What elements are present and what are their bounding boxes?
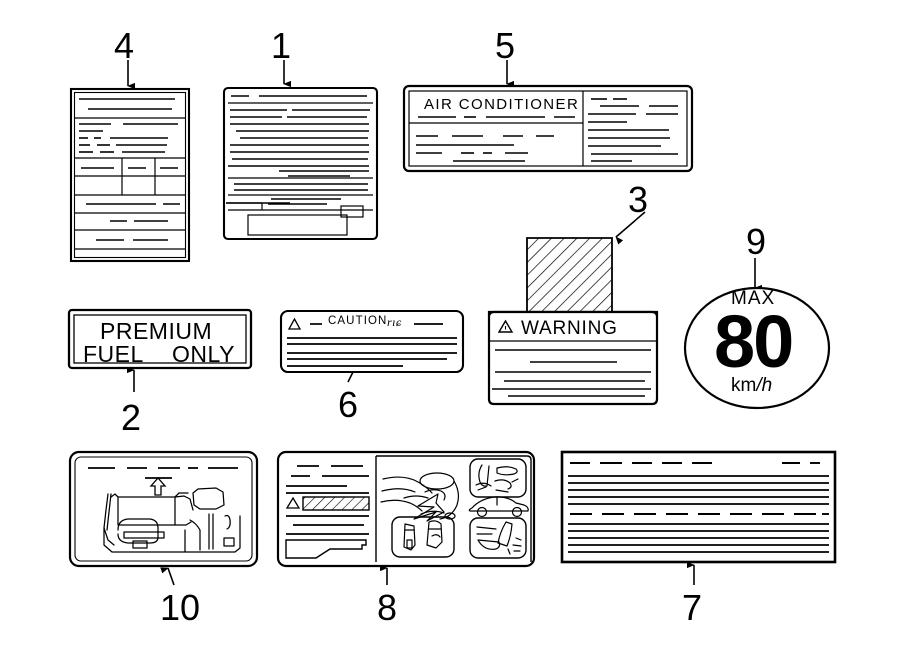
parts-diagram-canvas: 4 1 5 3 9 2 6 10 8 7 AIR CONDITIONER PRE… bbox=[0, 0, 900, 661]
callout-number-7: 7 bbox=[682, 587, 703, 628]
callout-number-3: 3 bbox=[628, 179, 649, 220]
label-tire-placard bbox=[69, 87, 191, 263]
premium-fuel-line-2-right: ONLY bbox=[172, 341, 235, 367]
air-conditioner-heading: AIR CONDITIONER bbox=[424, 96, 580, 113]
callout-number-1: 1 bbox=[271, 25, 292, 66]
callout-number-9: 9 bbox=[746, 221, 767, 262]
label-jack-instruction bbox=[68, 450, 259, 568]
max-speed-unit: km/h bbox=[731, 375, 772, 397]
caution-heading: CAUTION bbox=[328, 315, 388, 327]
premium-fuel-line-2-left: FUEL bbox=[83, 341, 144, 367]
max-speed-unit-suffix: /h bbox=[756, 375, 773, 396]
callout-number-4: 4 bbox=[114, 25, 135, 66]
warning-heading: WARNING bbox=[521, 318, 618, 339]
label-emission-certification bbox=[222, 86, 379, 241]
label-info-plate bbox=[560, 450, 837, 564]
max-speed-unit-prefix: km bbox=[731, 375, 757, 396]
max-speed-value: 80 bbox=[714, 300, 794, 383]
callout-number-8: 8 bbox=[377, 587, 398, 628]
callout-number-5: 5 bbox=[495, 25, 516, 66]
callout-number-6: 6 bbox=[338, 384, 359, 425]
label-tire-change bbox=[276, 450, 536, 568]
caution-script-text: rıɕ bbox=[387, 315, 402, 329]
callout-number-10: 10 bbox=[160, 587, 201, 628]
callout-number-2: 2 bbox=[121, 397, 142, 438]
